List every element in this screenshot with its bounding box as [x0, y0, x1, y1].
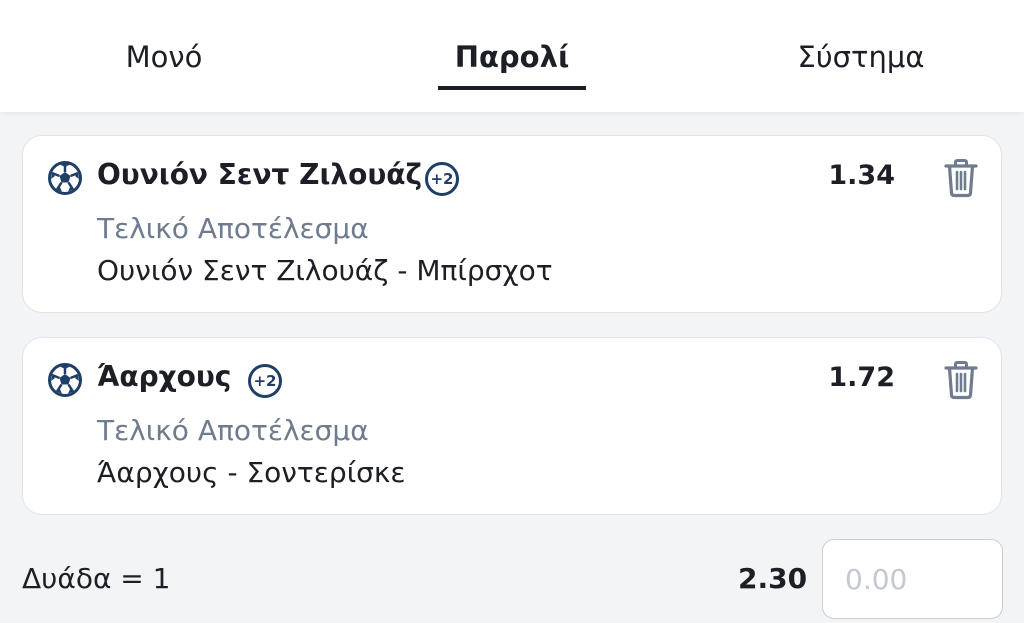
- soccer-ball-icon: [48, 363, 82, 397]
- combo-odds: 2.30: [738, 562, 808, 595]
- market-name: Τελικό Αποτέλεσμα: [97, 414, 369, 447]
- match-name: Άαρχους - Σοντερίσκε: [97, 456, 406, 489]
- combo-label: Δυάδα = 1: [22, 562, 171, 595]
- tab-single[interactable]: Μονό: [104, 40, 224, 90]
- tab-system[interactable]: Σύστημα: [788, 40, 934, 90]
- tab-parlay-label: Παρολί: [454, 40, 570, 74]
- team-name: Ουνιόν Σεντ Ζιλουάζ: [97, 158, 423, 191]
- tab-system-label: Σύστημα: [797, 40, 925, 74]
- match-name: Ουνιόν Σεντ Ζιλουάζ - Μπίρσχοτ: [97, 254, 553, 287]
- market-name: Τελικό Αποτέλεσμα: [97, 212, 369, 245]
- bet-selection-card: Άαρχους +2 1.72 Τελικό Αποτέλεσμα Άαρχου…: [22, 337, 1002, 515]
- selection-odds: 1.34: [828, 160, 895, 191]
- team-name: Άαρχους: [97, 360, 232, 393]
- more-markets-badge[interactable]: +2: [425, 162, 459, 196]
- tab-parlay[interactable]: Παρολί: [438, 40, 586, 90]
- trash-icon[interactable]: [943, 158, 979, 198]
- soccer-ball-icon: [48, 161, 82, 195]
- trash-icon[interactable]: [943, 360, 979, 400]
- selection-odds: 1.72: [828, 362, 895, 393]
- bet-type-tabs: Μονό Παρολί Σύστημα: [0, 0, 1024, 112]
- more-markets-badge[interactable]: +2: [248, 364, 282, 398]
- bet-selection-card: Ουνιόν Σεντ Ζιλουάζ +2 1.34 Τελικό Αποτέ…: [22, 135, 1002, 313]
- stake-input[interactable]: [822, 539, 1003, 619]
- tab-single-label: Μονό: [125, 40, 203, 74]
- active-tab-indicator: [438, 86, 586, 90]
